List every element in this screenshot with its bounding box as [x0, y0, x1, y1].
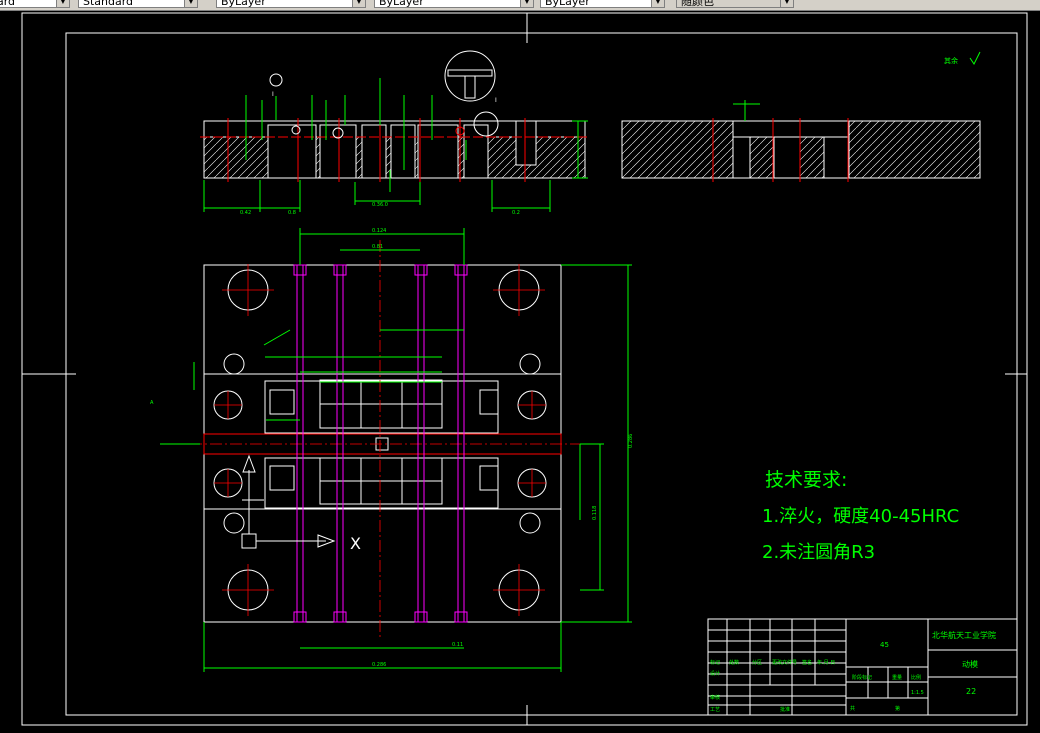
linetype-dropdown[interactable]: ByLayer ▼ — [540, 0, 665, 8]
chevron-down-icon[interactable]: ▼ — [56, 0, 69, 7]
text-style-value: Standard — [0, 0, 16, 8]
tb-stage: 阶段标记 — [852, 674, 872, 681]
drawing-canvas[interactable]: 0.42 0.8 0.36.0 0.2 I I 其余 X 0.1240.81 0… — [0, 11, 1040, 733]
dim-style-value: Standard — [83, 0, 134, 8]
svg-text:I: I — [495, 97, 497, 104]
tb-approve: 批准 — [780, 706, 790, 713]
tb-sign: 签名 — [802, 659, 812, 666]
side-view — [621, 100, 981, 182]
dimension-style-dropdown[interactable]: Standard ▼ — [78, 0, 198, 8]
tb-sheets: 共 — [850, 705, 855, 712]
material-text: 45 — [880, 641, 889, 649]
section-cut-label: A — [150, 400, 154, 406]
plotstyle-dropdown[interactable]: 随颜色 ▼ — [676, 0, 794, 8]
tb-change-doc: 更改文件号 — [772, 659, 797, 666]
tb-ratio: 比例 — [911, 674, 921, 681]
tb-process: 工艺 — [710, 707, 720, 713]
svg-text:0.8: 0.8 — [288, 210, 296, 216]
tb-mark: 标记 — [710, 659, 720, 666]
chevron-down-icon[interactable]: ▼ — [184, 0, 197, 7]
svg-text:0.42: 0.42 — [240, 210, 251, 216]
svg-text:0.286: 0.286 — [372, 662, 386, 668]
svg-text:0.286: 0.286 — [628, 434, 634, 448]
svg-text:0.2: 0.2 — [512, 210, 520, 216]
roughness-note: 其余 — [944, 56, 958, 65]
svg-text:0.118: 0.118 — [592, 506, 598, 520]
svg-text:I: I — [272, 91, 274, 98]
tb-zone: 分区 — [752, 659, 762, 666]
color-dropdown[interactable]: ByLayer ▼ — [374, 0, 534, 8]
tech-req-1: 1.淬火，硬度40-45HRC — [762, 506, 959, 527]
plan-view: X — [170, 240, 600, 640]
tb-sheet: 第 — [895, 705, 900, 712]
plotstyle-value: 随颜色 — [681, 0, 714, 8]
chevron-down-icon[interactable]: ▼ — [651, 0, 664, 7]
chevron-down-icon[interactable]: ▼ — [352, 0, 365, 7]
chevron-down-icon[interactable]: ▼ — [520, 0, 533, 7]
detail-view-circle — [444, 50, 496, 102]
chevron-down-icon[interactable]: ▼ — [780, 0, 793, 7]
properties-toolbar: Standard ▼ Standard ▼ ByLayer ▼ ByLayer ▼ By… — [0, 0, 1040, 11]
svg-text:0.36.0: 0.36.0 — [372, 202, 388, 208]
technical-requirements: 技术要求: 1.淬火，硬度40-45HRC 2.未注圆角R3 — [762, 469, 959, 563]
svg-text:0.124: 0.124 — [372, 228, 386, 234]
tb-check: 审核 — [710, 694, 720, 701]
layer-dropdown[interactable]: ByLayer ▼ — [216, 0, 366, 8]
layer-value: ByLayer — [221, 0, 266, 8]
drawing-number: 22 — [966, 687, 976, 696]
tb-weight: 重量 — [892, 674, 902, 681]
section-view-left — [200, 111, 590, 182]
svg-text:0.11: 0.11 — [452, 642, 463, 648]
color-value: ByLayer — [379, 0, 424, 8]
section-dim-text: 0.42 0.8 0.36.0 0.2 — [240, 202, 520, 216]
ucs-x-label: X — [350, 534, 361, 553]
title-block-text: 45 北华航天工业学院 动模 22 1:1.5 标记 处数 分区 更改文件号 签… — [710, 630, 996, 713]
tb-date: 年.月.日 — [817, 659, 835, 666]
tb-design: 设计 — [710, 670, 720, 677]
linetype-value: ByLayer — [545, 0, 590, 8]
svg-text:0.81: 0.81 — [372, 244, 383, 250]
text-style-dropdown[interactable]: Standard ▼ — [0, 0, 70, 8]
tech-req-title: 技术要求: — [765, 469, 847, 491]
tb-count: 处数 — [729, 659, 739, 666]
scale-text: 1:1.5 — [911, 690, 924, 696]
roughness-symbols: I I 其余 — [269, 51, 981, 104]
school-name: 北华航天工业学院 — [932, 630, 996, 640]
tech-req-2: 2.未注圆角R3 — [762, 542, 875, 563]
part-name: 动模 — [962, 659, 978, 669]
